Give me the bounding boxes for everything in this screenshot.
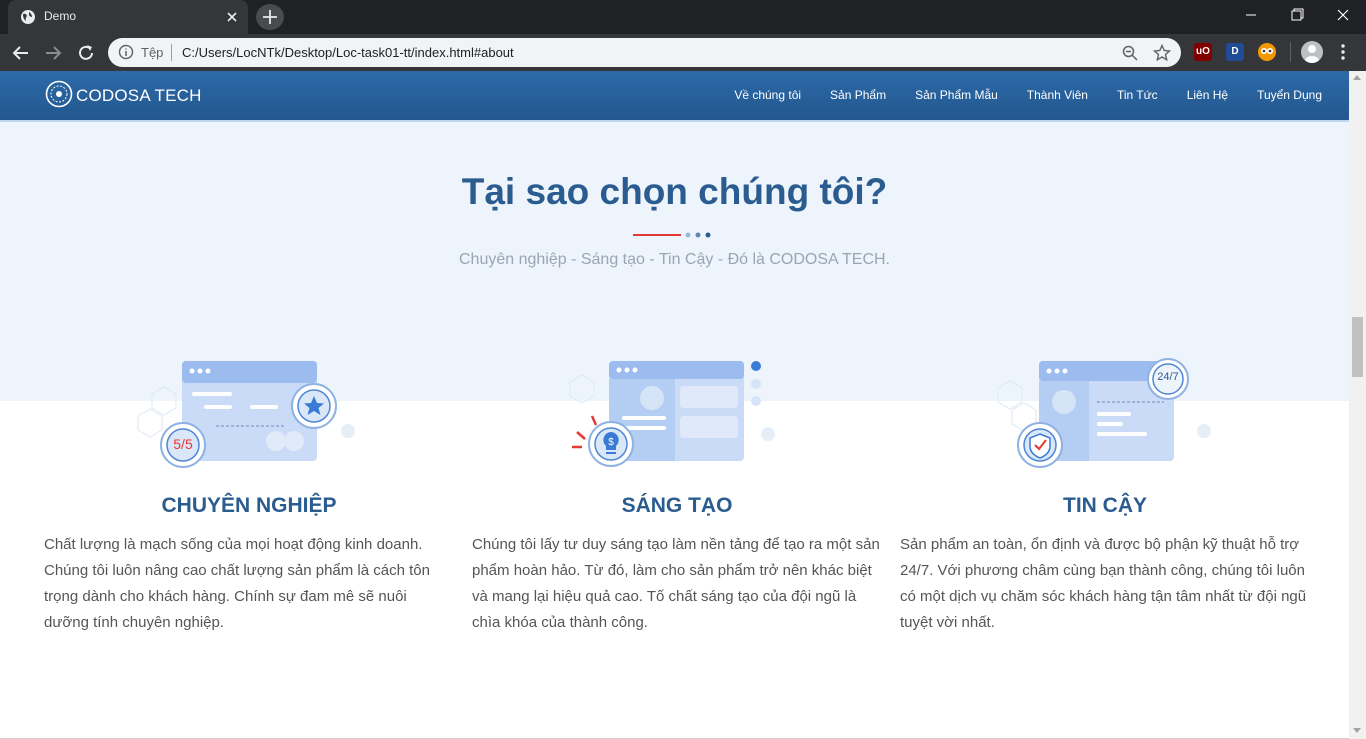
- close-tab-icon[interactable]: [224, 9, 240, 25]
- back-button[interactable]: [7, 39, 35, 67]
- globe-icon: [21, 10, 35, 24]
- toolbar-divider: [1290, 42, 1291, 62]
- arrow-left-icon: [12, 46, 28, 60]
- owl-extension-icon[interactable]: [1258, 43, 1276, 61]
- feature-description: Sản phẩm an toàn, ổn định và được bộ phậ…: [900, 536, 1307, 631]
- nav-sample-products[interactable]: Sản Phẩm Mẫu: [915, 88, 998, 102]
- codosa-logo-icon: [45, 80, 73, 108]
- page-scrollbar[interactable]: [1349, 71, 1366, 739]
- zoom-icon[interactable]: [1121, 44, 1139, 62]
- professional-illustration: [137, 361, 355, 468]
- feature-title: CHUYÊN NGHIỆP: [161, 494, 337, 517]
- feature-description: Chất lượng là mạch sống của mọi hoạt độn…: [44, 536, 430, 631]
- logo-text: CODOSA TECH: [76, 86, 202, 105]
- heading-divider: [633, 232, 711, 238]
- info-icon[interactable]: [118, 44, 134, 60]
- plus-icon: [263, 10, 277, 24]
- browser-tab[interactable]: Demo: [8, 0, 248, 34]
- trust-illustration: [997, 358, 1211, 468]
- nav-contact[interactable]: Liên Hệ: [1187, 88, 1228, 102]
- tab-title: Demo: [44, 9, 77, 23]
- shield-icon: [1029, 433, 1051, 459]
- support-badge: 24/7: [1157, 371, 1179, 383]
- rating-badge: 5/5: [173, 436, 193, 452]
- kebab-menu-icon: [1341, 44, 1345, 60]
- reload-icon: [79, 45, 93, 60]
- feature-title: TIN CẬY: [1063, 494, 1147, 517]
- section-tagline: Chuyên nghiệp - Sáng tạo - Tin Cậy - Đó …: [458, 251, 890, 268]
- nav-about[interactable]: Về chúng tôi: [734, 88, 801, 102]
- extension-label: D: [1231, 46, 1239, 57]
- feature-title: SÁNG TẠO: [621, 494, 733, 517]
- restore-window-button[interactable]: [1274, 0, 1320, 30]
- person-icon: [1305, 45, 1319, 63]
- main-menu: Về chúng tôi Sản Phẩm Sản Phẩm Mẫu Thành…: [734, 88, 1322, 102]
- nav-careers[interactable]: Tuyển Dụng: [1257, 88, 1322, 102]
- new-tab-button[interactable]: [256, 4, 284, 30]
- dashlane-icon[interactable]: D: [1226, 43, 1244, 61]
- minimize-icon: [1246, 14, 1256, 16]
- nav-members[interactable]: Thành Viên: [1027, 88, 1088, 102]
- ublock-origin-icon[interactable]: uO: [1194, 43, 1212, 61]
- owl-face-icon: [1261, 48, 1273, 54]
- scrollbar-thumb[interactable]: [1352, 317, 1363, 377]
- reload-button[interactable]: [72, 39, 100, 67]
- browser-menu-button[interactable]: [1333, 42, 1353, 62]
- forward-button[interactable]: [39, 39, 67, 67]
- browser-toolbar: Tệp C:/Users/LocNTk/Desktop/Loc-task01-t…: [0, 34, 1366, 71]
- arrow-right-icon: [46, 46, 62, 60]
- extension-label: uO: [1196, 46, 1210, 57]
- close-window-button[interactable]: [1320, 0, 1366, 30]
- minimize-window-button[interactable]: [1228, 0, 1274, 30]
- restore-icon: [1291, 8, 1304, 21]
- nav-products[interactable]: Sản Phẩm: [830, 88, 886, 102]
- section-heading: Tại sao chọn chúng tôi?: [461, 171, 888, 212]
- address-bar[interactable]: Tệp C:/Users/LocNTk/Desktop/Loc-task01-t…: [108, 38, 1181, 67]
- svg-text:$: $: [608, 437, 614, 448]
- url-text[interactable]: C:/Users/LocNTk/Desktop/Loc-task01-tt/in…: [182, 45, 514, 60]
- browser-tab-strip: Demo: [0, 0, 1366, 34]
- profile-avatar[interactable]: [1301, 41, 1323, 63]
- page-viewport: CODOSA TECH Về chúng tôi Sản Phẩm Sản Ph…: [0, 71, 1349, 739]
- close-icon: [1337, 9, 1349, 21]
- bookmark-star-icon[interactable]: [1153, 44, 1171, 62]
- scroll-down-arrow-icon[interactable]: [1353, 728, 1361, 733]
- feature-description: Chúng tôi lấy tư duy sáng tạo làm nền tả…: [472, 536, 880, 631]
- address-divider: [171, 44, 172, 61]
- creative-illustration: $: [569, 361, 775, 467]
- site-navbar: CODOSA TECH Về chúng tôi Sản Phẩm Sản Ph…: [0, 71, 1349, 122]
- scroll-up-arrow-icon[interactable]: [1353, 75, 1361, 80]
- page-scheme-label: Tệp: [141, 45, 164, 60]
- nav-news[interactable]: Tin Tức: [1117, 88, 1158, 102]
